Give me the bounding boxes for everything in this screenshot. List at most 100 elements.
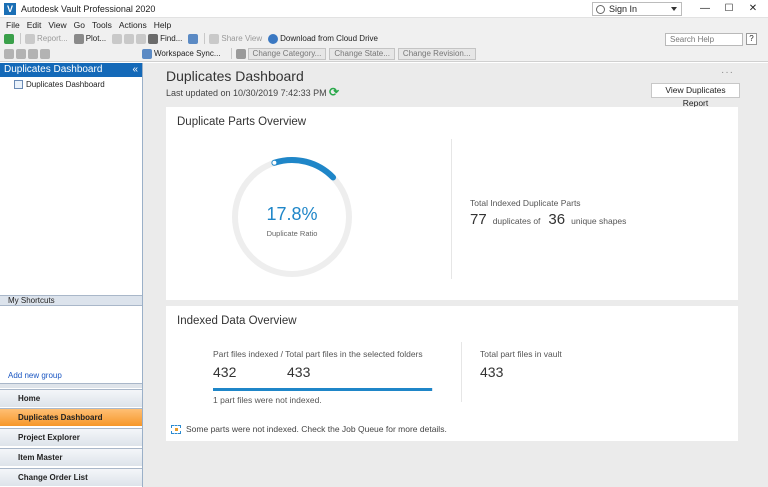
not-indexed-note: 1 part files were not indexed.: [213, 395, 322, 405]
nav-pane-header: Duplicates Dashboard «: [0, 63, 142, 77]
nav-duplicates-dashboard[interactable]: Duplicates Dashboard: [0, 408, 142, 426]
change-revision-button[interactable]: Change Revision...: [397, 47, 476, 60]
card-divider: [461, 342, 462, 402]
title-bar: V Autodesk Vault Professional 2020 Sign …: [0, 0, 768, 18]
search-help-input[interactable]: Search Help: [665, 33, 743, 46]
donut-arc: [271, 157, 337, 181]
progress-fill: [213, 388, 433, 391]
refresh-icon[interactable]: [4, 33, 14, 44]
indexed-data-overview-card: Indexed Data Overview Part files indexed…: [166, 306, 738, 441]
collapse-pane-icon[interactable]: «: [132, 63, 138, 77]
dashboard-icon: [14, 80, 23, 89]
cloud-download-icon: [268, 33, 279, 44]
help-button[interactable]: ?: [746, 33, 757, 45]
last-updated-text: Last updated on 10/30/2019 7:42:33 PM: [166, 88, 327, 98]
up-icon[interactable]: [28, 48, 38, 59]
toolbar-separator: [204, 33, 206, 44]
menu-file[interactable]: File: [6, 20, 20, 30]
duplicate-ratio-value: 17.8%: [266, 204, 318, 224]
files-indexed-label: Part files indexed / Total part files in…: [213, 349, 423, 359]
vault-files-count: 433: [480, 364, 504, 380]
workspace-sync-button[interactable]: Workspace Sync...: [142, 48, 221, 59]
folder-icon: [4, 433, 14, 443]
job-queue-icon: [171, 424, 181, 434]
change-order-icon: [4, 473, 14, 483]
nav-home[interactable]: Home: [0, 389, 142, 407]
report-button[interactable]: Report...: [25, 33, 68, 44]
nav-change-order-list[interactable]: Change Order List: [0, 468, 142, 486]
pane-splitter[interactable]: [0, 383, 142, 388]
menu-view[interactable]: View: [48, 20, 66, 30]
duplicate-ratio-donut: 17.8% Duplicate Ratio: [229, 154, 355, 280]
share-icon: [209, 33, 220, 44]
printer-icon: [73, 33, 84, 44]
refresh-icon[interactable]: ⟳: [329, 85, 339, 99]
home-icon: [4, 394, 14, 404]
vault-files-label: Total part files in vault: [480, 349, 562, 359]
donut-start-dot: [272, 160, 277, 165]
dashboard-content: Duplicates Dashboard Last updated on 10/…: [143, 63, 768, 487]
plot-button[interactable]: Plot...: [73, 33, 106, 44]
card-title: Indexed Data Overview: [177, 315, 297, 327]
chevron-down-icon: [671, 7, 677, 11]
unique-shapes-count: 36: [548, 211, 566, 228]
binoculars-icon: [148, 33, 159, 44]
indexed-count: 432: [213, 364, 237, 380]
item-icon: [4, 453, 14, 463]
delete-icon[interactable]: [136, 33, 147, 44]
sign-in-dropdown[interactable]: Sign In: [592, 2, 682, 16]
duplicate-ratio-label: Duplicate Ratio: [266, 229, 318, 238]
settings-icon[interactable]: [235, 48, 246, 59]
dashboard-icon: [4, 413, 14, 423]
menu-tools[interactable]: Tools: [92, 20, 112, 30]
change-state-button[interactable]: Change State...: [329, 47, 395, 60]
indexing-progress-bar: [213, 388, 433, 391]
secondary-toolbar: Workspace Sync... Change Category... Cha…: [0, 46, 768, 62]
cart-icon[interactable]: [188, 33, 199, 44]
change-category-button[interactable]: Change Category...: [247, 47, 327, 60]
card-divider: [451, 139, 452, 279]
download-cloud-button[interactable]: Download from Cloud Drive: [268, 33, 378, 44]
main-toolbar: Report... Plot... Find... Share View Dow…: [0, 31, 768, 46]
duplicates-count: 77: [470, 211, 487, 228]
menu-help[interactable]: Help: [154, 20, 171, 30]
view-duplicates-report-button[interactable]: View Duplicates Report: [651, 83, 740, 108]
tree-item-duplicates-dashboard[interactable]: Duplicates Dashboard: [14, 80, 142, 89]
close-button[interactable]: ✕: [742, 2, 764, 16]
navigation-pane: Duplicates Dashboard « Duplicates Dashbo…: [0, 63, 143, 487]
report-icon: [25, 33, 35, 44]
unique-shapes-text: unique shapes: [571, 216, 627, 226]
card-title: Duplicate Parts Overview: [177, 116, 307, 128]
maximize-button[interactable]: ☐: [718, 2, 740, 16]
vault-app-icon: V: [4, 2, 16, 15]
menu-bar: File Edit View Go Tools Actions Help: [0, 18, 768, 31]
nav-item-master[interactable]: Item Master: [0, 448, 142, 466]
share-view-button[interactable]: Share View: [209, 33, 262, 44]
minimize-button[interactable]: —: [694, 2, 716, 16]
copy-icon[interactable]: [112, 33, 123, 44]
my-shortcuts-header: My Shortcuts: [0, 295, 142, 306]
sync-icon: [142, 48, 152, 59]
nav-project-explorer[interactable]: Project Explorer: [0, 428, 142, 446]
more-options-icon[interactable]: ···: [721, 67, 734, 78]
duplicates-summary: 77 duplicates of 36 unique shapes: [470, 211, 634, 228]
add-new-group-link[interactable]: Add new group: [8, 371, 62, 380]
view-icon[interactable]: [40, 48, 50, 59]
menu-go[interactable]: Go: [74, 20, 85, 30]
menu-edit[interactable]: Edit: [27, 20, 42, 30]
toolbar-separator: [20, 33, 21, 44]
duplicate-parts-overview-card: Duplicate Parts Overview 17.8% Duplicate…: [166, 107, 738, 300]
indexing-warning: Some parts were not indexed. Check the J…: [171, 424, 447, 434]
back-icon[interactable]: [4, 48, 14, 59]
toolbar-separator: [230, 48, 232, 59]
total-files-count: 433: [287, 364, 311, 380]
paste-icon[interactable]: [124, 33, 135, 44]
sign-in-label: Sign In: [609, 4, 638, 14]
menu-actions[interactable]: Actions: [119, 20, 147, 30]
forward-icon[interactable]: [16, 48, 26, 59]
total-duplicates-label: Total Indexed Duplicate Parts: [470, 198, 581, 208]
find-button[interactable]: Find...: [148, 33, 182, 44]
duplicates-of-text: duplicates of: [492, 216, 541, 226]
page-title: Duplicates Dashboard: [166, 68, 304, 84]
window-title: Autodesk Vault Professional 2020: [21, 3, 156, 14]
